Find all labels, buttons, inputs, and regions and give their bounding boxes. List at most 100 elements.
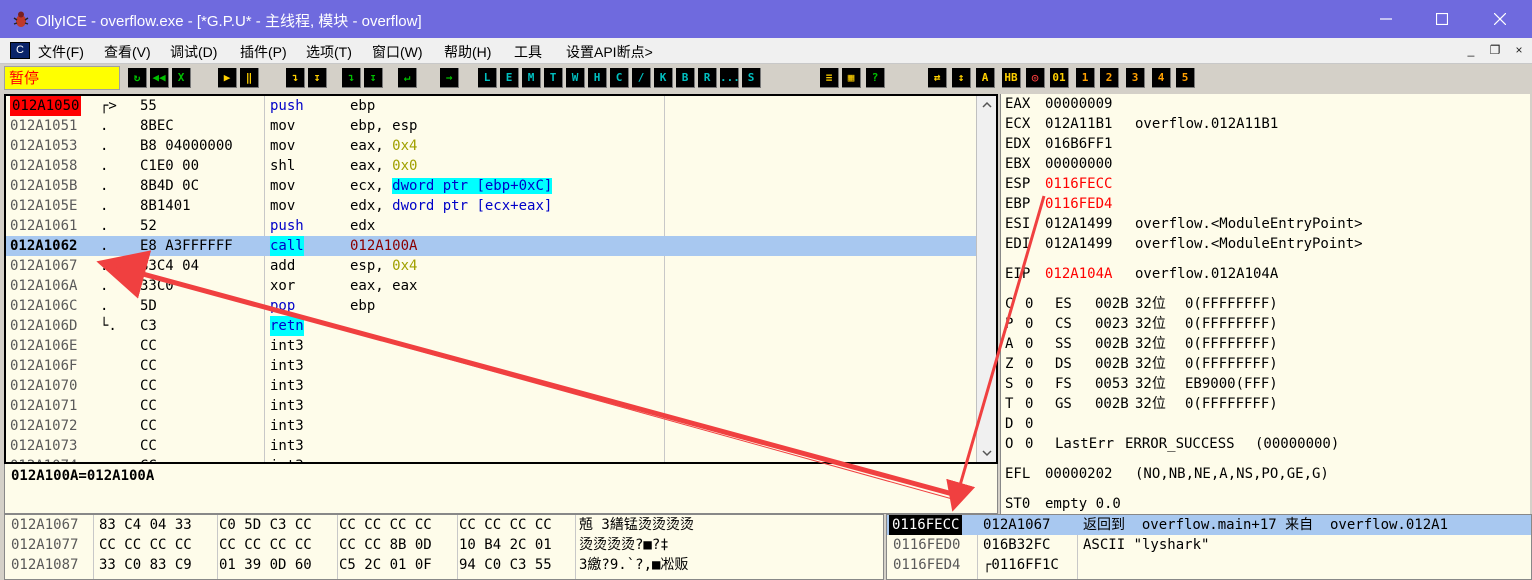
toolbar-button[interactable]: /: [632, 68, 651, 88]
toolbar-button[interactable]: ◀◀: [150, 68, 169, 88]
disasm-mark: .: [100, 198, 109, 214]
toolbar-button[interactable]: ‖: [240, 68, 259, 88]
scroll-up-icon[interactable]: [982, 100, 992, 110]
mdi-close-button[interactable]: ×: [1508, 42, 1530, 59]
disasm-row[interactable]: 012A105B. 8B4D 0C mov ecx, dword ptr [ebp+0…: [6, 176, 976, 196]
toolbar-button[interactable]: E: [500, 68, 519, 88]
menu-options[interactable]: 选项(T): [306, 42, 352, 62]
toolbar-button[interactable]: ◎: [1026, 68, 1045, 88]
toolbar-button[interactable]: 4: [1152, 68, 1171, 88]
system-menu-icon[interactable]: C: [10, 42, 30, 59]
toolbar-button[interactable]: T: [544, 68, 563, 88]
stack-row[interactable]: 0116FECC 012A1067 返回到 overflow.main+17 来自 …: [887, 515, 1531, 535]
toolbar-button[interactable]: ≡: [820, 68, 839, 88]
menu-debug[interactable]: 调试(D): [170, 42, 217, 62]
dump-row[interactable]: 012A1067 83 C4 04 33 C0 5D C3 CC CC CC CC C…: [5, 515, 883, 535]
toolbar-button[interactable]: ↴: [342, 68, 361, 88]
mdi-minimize-button[interactable]: _: [1460, 42, 1482, 59]
disasm-row[interactable]: 012A1072 CC int3: [6, 416, 976, 436]
toolbar-button[interactable]: L: [478, 68, 497, 88]
mdi-restore-button[interactable]: ❐: [1484, 42, 1506, 59]
toolbar-button[interactable]: ↕: [952, 68, 971, 88]
scroll-down-icon[interactable]: [982, 448, 992, 458]
disasm-row[interactable]: 012A106C. 5D pop ebp: [6, 296, 976, 316]
maximize-button[interactable]: [1414, 0, 1470, 38]
toolbar-button[interactable]: ⇄: [928, 68, 947, 88]
disasm-row[interactable]: 012A1050 ┌> 55 push ebp: [6, 96, 976, 116]
disasm-mnemonic: int3: [270, 456, 304, 462]
toolbar-button[interactable]: X: [172, 68, 191, 88]
disasm-row[interactable]: 012A1053. B8 04000000 mov eax, 0x4: [6, 136, 976, 156]
toolbar-button[interactable]: S: [742, 68, 761, 88]
register-comment: (NO,NB,NE,A,NS,PO,GE,G): [1135, 466, 1329, 482]
menu-set-api-breakpoint[interactable]: 设置API断点>: [566, 42, 653, 62]
toolbar-button[interactable]: 01: [1050, 68, 1069, 88]
stack-value: ┌0116FF1C: [983, 557, 1059, 573]
close-button[interactable]: [1472, 0, 1528, 38]
disasm-row[interactable]: 012A1071 CC int3: [6, 396, 976, 416]
disasm-row[interactable]: 012A106F CC int3: [6, 356, 976, 376]
toolbar-button[interactable]: ↻: [128, 68, 147, 88]
toolbar-button[interactable]: K: [654, 68, 673, 88]
disasm-row[interactable]: 012A1061. 52 push edx: [6, 216, 976, 236]
menu-file[interactable]: 文件(F): [38, 42, 84, 62]
disasm-row[interactable]: 012A106D └. C3 retn: [6, 316, 976, 336]
disasm-row[interactable]: 012A1074 CC int3: [6, 456, 976, 462]
toolbar-button[interactable]: M: [522, 68, 541, 88]
disassembly-pane[interactable]: 012A1050 ┌> 55 push ebp 012A1051. 8BEC mov ebp, …: [4, 94, 998, 464]
toolbar-button[interactable]: 2: [1100, 68, 1119, 88]
disasm-row[interactable]: 012A106E CC int3: [6, 336, 976, 356]
dump-row[interactable]: 012A1077 CC CC CC CC CC CC CC CC CC CC 8B 0…: [5, 535, 883, 555]
stack-row[interactable]: 0116FED4 ┌0116FF1C: [887, 555, 1531, 575]
disasm-operands: ebp, esp: [350, 116, 417, 136]
toolbar-button[interactable]: B: [676, 68, 695, 88]
disassembly-scrollbar[interactable]: [976, 96, 996, 462]
disasm-row[interactable]: 012A1073 CC int3: [6, 436, 976, 456]
dump-row[interactable]: 012A1087 33 C0 83 C9 01 39 0D 60 C5 2C 01 0…: [5, 555, 883, 575]
disasm-row[interactable]: 012A1058. C1E0 00 shl eax, 0x0: [6, 156, 976, 176]
toolbar-button[interactable]: A: [976, 68, 995, 88]
toolbar-button[interactable]: ?: [866, 68, 885, 88]
toolbar-button[interactable]: ↧: [308, 68, 327, 88]
disasm-row[interactable]: 012A1067. 83C4 04 add esp, 0x4: [6, 256, 976, 276]
register-value: 012A11B1: [1045, 116, 1113, 132]
menu-window[interactable]: 窗口(W): [372, 42, 423, 62]
disasm-row[interactable]: 012A106A. 33C0 xor eax, eax: [6, 276, 976, 296]
toolbar-button[interactable]: →: [440, 68, 459, 88]
toolbar-button[interactable]: C: [610, 68, 629, 88]
disasm-row[interactable]: 012A1062. E8 A3FFFFFF call 012A100A: [6, 236, 976, 256]
toolbar-button[interactable]: ▶: [218, 68, 237, 88]
toolbar-button[interactable]: ↴: [286, 68, 305, 88]
toolbar-button[interactable]: H: [588, 68, 607, 88]
toolbar-button[interactable]: ↧: [364, 68, 383, 88]
dump-address: 012A1077: [11, 537, 79, 553]
register-value: 012A1499: [1045, 216, 1113, 232]
toolbar-button[interactable]: 1: [1076, 68, 1095, 88]
menu-view[interactable]: 查看(V): [104, 42, 151, 62]
registers-pane[interactable]: EAX 00000009 ECX 012A11B1 overflow.012A11B1 E…: [1000, 94, 1530, 514]
menu-help[interactable]: 帮助(H): [444, 42, 491, 62]
menu-plugins[interactable]: 插件(P): [240, 42, 287, 62]
disasm-row[interactable]: 012A1070 CC int3: [6, 376, 976, 396]
stack-pane[interactable]: 0116FECC 012A1067 返回到 overflow.main+17 来自 …: [886, 514, 1532, 580]
register-value: 0116FED4: [1045, 196, 1113, 212]
stack-row[interactable]: 0116FED0 016B32FC ASCII "lyshark": [887, 535, 1531, 555]
window-title: OllyICE - overflow.exe - [*G.P.U* - 主线程,…: [36, 13, 422, 30]
segment-selector: 002B: [1095, 396, 1129, 412]
toolbar-button[interactable]: W: [566, 68, 585, 88]
disasm-row[interactable]: 012A1051. 8BEC mov ebp, esp: [6, 116, 976, 136]
toolbar-button[interactable]: 5: [1176, 68, 1195, 88]
dump-hex-group: CC CC CC CC: [219, 537, 312, 553]
register-value: 00000202: [1045, 466, 1113, 482]
memory-dump-pane[interactable]: 012A1067 83 C4 04 33 C0 5D C3 CC CC CC CC C…: [4, 514, 884, 580]
disasm-row[interactable]: 012A105E. 8B1401 mov edx, dword ptr [ecx+ea…: [6, 196, 976, 216]
disasm-mark: .: [100, 298, 109, 314]
toolbar-button[interactable]: ▦: [842, 68, 861, 88]
toolbar-button[interactable]: ↵: [398, 68, 417, 88]
toolbar-button[interactable]: R: [698, 68, 717, 88]
toolbar-button[interactable]: HB: [1002, 68, 1021, 88]
toolbar-button[interactable]: 3: [1126, 68, 1145, 88]
minimize-button[interactable]: [1358, 0, 1414, 38]
toolbar-button[interactable]: ...: [720, 68, 739, 88]
menu-tools[interactable]: 工具: [514, 42, 542, 62]
